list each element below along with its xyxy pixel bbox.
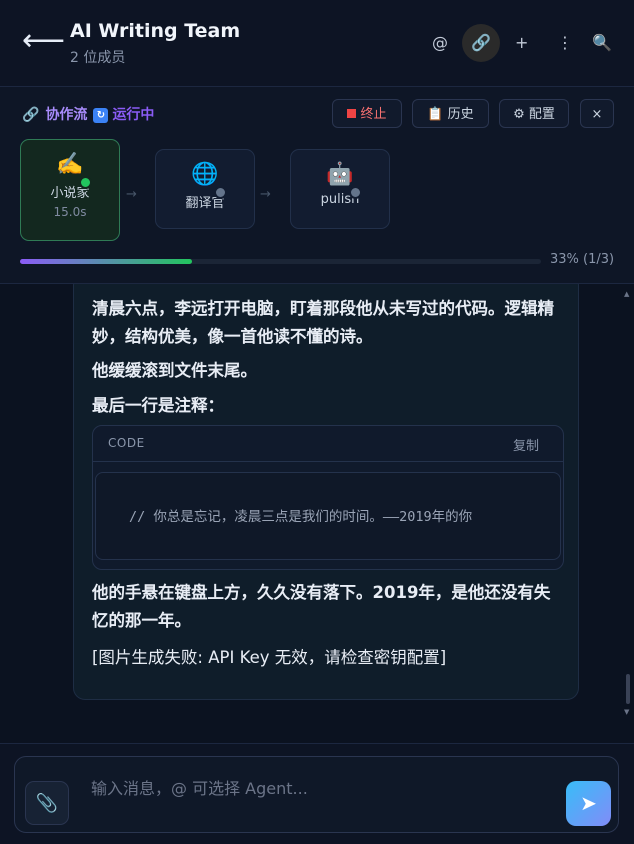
globe-icon: 🌐 <box>191 162 219 187</box>
copy-button[interactable]: 复制 <box>513 435 539 454</box>
mention-icon[interactable]: @ <box>432 30 448 56</box>
message-input-box[interactable]: 📎 输入消息，@ 可选择 Agent... ➤ <box>14 756 619 833</box>
link-icon[interactable]: 🔗 <box>462 24 500 62</box>
gear-icon: ⚙ <box>513 107 525 122</box>
image-error-text: [图片生成失败: API Key 无效，请检查密钥配置] <box>92 648 447 667</box>
arrow-icon: → <box>126 187 137 202</box>
chat-area: 清晨六点，李远打开电脑，盯着那段他从未写过的代码。逻辑精妙，结构优美，像一首他读… <box>0 284 634 743</box>
workflow-status: 🔗 协作流 ↻ 运行中 <box>22 104 154 124</box>
add-icon[interactable]: + <box>515 30 528 56</box>
page-title: AI Writing Team <box>70 20 241 42</box>
scroll-up-icon[interactable]: ▲ <box>624 290 629 298</box>
history-label: 历史 <box>447 107 474 122</box>
message-input[interactable]: 输入消息，@ 可选择 Agent... <box>91 775 308 799</box>
workflow-panel: 🔗 协作流 ↻ 运行中 终止 📋 历史 ⚙ 配置 × ✍️ 小说家 15.0s → 🌐… <box>0 87 634 284</box>
workflow-label: 协作流 <box>45 107 88 123</box>
workflow-node-novelist[interactable]: ✍️ 小说家 15.0s <box>20 139 120 241</box>
stop-icon <box>347 109 357 118</box>
node-name: pulish <box>320 192 360 207</box>
search-icon[interactable]: 🔍 <box>592 30 612 56</box>
more-icon[interactable]: ⋮ <box>557 30 573 56</box>
message-paragraph: 清晨六点，李远打开电脑，盯着那段他从未写过的代码。逻辑精妙，结构优美，像一首他读… <box>92 299 554 346</box>
node-name: 小说家 <box>50 186 90 201</box>
progress-fill <box>20 259 192 264</box>
close-button[interactable]: × <box>580 99 614 128</box>
message-bubble: 清晨六点，李远打开电脑，盯着那段他从未写过的代码。逻辑精妙，结构优美，像一首他读… <box>73 284 579 700</box>
node-time: 15.0s <box>53 205 87 219</box>
link-icon: 🔗 <box>22 107 40 123</box>
message-paragraph: 最后一行是注释： <box>92 396 224 415</box>
workflow-node-publish[interactable]: 🤖 pulish <box>290 149 390 229</box>
workflow-running-status: 运行中 <box>112 107 155 123</box>
scroll-down-icon[interactable]: ▼ <box>624 708 629 716</box>
node-name: 翻译官 <box>185 196 225 211</box>
scrollbar-thumb[interactable] <box>626 674 630 704</box>
status-dot-pending <box>349 186 362 199</box>
status-dot-active <box>79 176 92 189</box>
stop-button[interactable]: 终止 <box>332 99 402 128</box>
refresh-icon: ↻ <box>93 108 109 123</box>
message-paragraph: 他缓缓滚到文件末尾。 <box>92 361 257 380</box>
robot-icon: 🤖 <box>326 162 354 187</box>
writing-hand-icon: ✍️ <box>56 152 84 177</box>
progress-bar <box>20 259 541 264</box>
history-button[interactable]: 📋 历史 <box>412 99 489 128</box>
arrow-icon: → <box>260 187 271 202</box>
workflow-node-translator[interactable]: 🌐 翻译官 <box>155 149 255 229</box>
composer: 📎 输入消息，@ 可选择 Agent... ➤ <box>0 743 634 844</box>
config-label: 配置 <box>528 107 555 122</box>
chat-header: ⟵ AI Writing Team 2 位成员 @ 🔗 + ⋮ 🔍 <box>0 0 634 87</box>
paperclip-icon[interactable]: 📎 <box>25 781 69 825</box>
code-header: CODE 复制 <box>93 426 563 462</box>
back-arrow-icon[interactable]: ⟵ <box>22 26 65 56</box>
code-content: // 你总是忘记，凌晨三点是我们的时间。——2019年的你 <box>129 509 473 525</box>
code-block: CODE 复制 // 你总是忘记，凌晨三点是我们的时间。——2019年的你 <box>92 425 564 570</box>
code-body: // 你总是忘记，凌晨三点是我们的时间。——2019年的你 <box>95 472 561 560</box>
send-button[interactable]: ➤ <box>566 781 611 826</box>
code-language: CODE <box>108 436 145 450</box>
stop-label: 终止 <box>360 107 387 122</box>
clipboard-icon: 📋 <box>427 107 444 122</box>
progress-text: 33% (1/3) <box>550 252 615 267</box>
member-count: 2 位成员 <box>70 50 126 66</box>
status-dot-pending <box>214 186 227 199</box>
config-button[interactable]: ⚙ 配置 <box>499 99 569 128</box>
message-paragraph: 他的手悬在键盘上方，久久没有落下。2019年，是他还没有失忆的那一年。 <box>92 583 551 630</box>
